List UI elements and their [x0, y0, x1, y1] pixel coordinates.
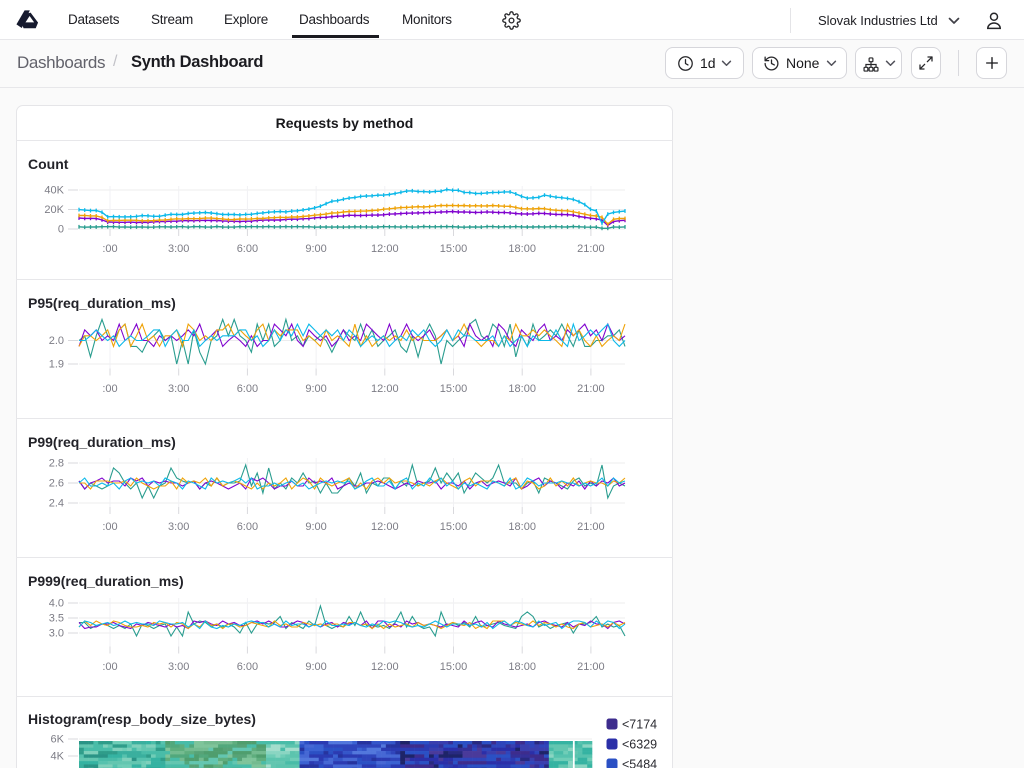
svg-text:15:00: 15:00 [440, 521, 468, 533]
svg-text:1.9: 1.9 [49, 359, 64, 371]
svg-text:2.4: 2.4 [49, 498, 64, 510]
svg-text:3.5: 3.5 [49, 613, 64, 625]
svg-text:P999(req_duration_ms): P999(req_duration_ms) [28, 573, 184, 589]
svg-text:3:00: 3:00 [168, 661, 189, 673]
svg-text:15:00: 15:00 [440, 383, 468, 395]
svg-text:12:00: 12:00 [371, 243, 399, 255]
svg-text:9:00: 9:00 [305, 661, 326, 673]
svg-text:6:00: 6:00 [237, 521, 258, 533]
svg-text:6:00: 6:00 [237, 383, 258, 395]
svg-text:18:00: 18:00 [508, 521, 536, 533]
svg-text:2.0: 2.0 [49, 335, 64, 347]
svg-text:9:00: 9:00 [305, 383, 326, 395]
svg-text:0: 0 [58, 224, 64, 236]
svg-text:21:00: 21:00 [577, 521, 605, 533]
svg-text:18:00: 18:00 [508, 383, 536, 395]
svg-text:12:00: 12:00 [371, 661, 399, 673]
svg-text:<5484: <5484 [622, 758, 657, 768]
svg-text:18:00: 18:00 [508, 243, 536, 255]
svg-text:4.0: 4.0 [49, 598, 64, 610]
svg-text::00: :00 [102, 243, 117, 255]
svg-text:3:00: 3:00 [168, 383, 189, 395]
svg-text:15:00: 15:00 [440, 243, 468, 255]
svg-text:3:00: 3:00 [168, 243, 189, 255]
svg-text:2.6: 2.6 [49, 478, 64, 490]
svg-text:9:00: 9:00 [305, 521, 326, 533]
svg-text:12:00: 12:00 [371, 521, 399, 533]
svg-text:6K: 6K [51, 734, 65, 746]
svg-text:3.0: 3.0 [49, 628, 64, 640]
svg-text:Histogram(resp_body_size_bytes: Histogram(resp_body_size_bytes) [28, 711, 256, 727]
svg-text:P99(req_duration_ms): P99(req_duration_ms) [28, 434, 176, 450]
svg-text:12:00: 12:00 [371, 383, 399, 395]
svg-text:21:00: 21:00 [577, 243, 605, 255]
svg-text:<6329: <6329 [622, 738, 657, 752]
svg-text:20K: 20K [44, 204, 64, 216]
svg-text:6:00: 6:00 [237, 661, 258, 673]
svg-text::00: :00 [102, 521, 117, 533]
svg-text:40K: 40K [44, 185, 64, 197]
svg-text:2.8: 2.8 [49, 458, 64, 470]
svg-text:9:00: 9:00 [305, 243, 326, 255]
svg-text:3:00: 3:00 [168, 521, 189, 533]
svg-text:21:00: 21:00 [577, 383, 605, 395]
svg-text:15:00: 15:00 [440, 661, 468, 673]
svg-text:Count: Count [28, 156, 69, 172]
svg-text:18:00: 18:00 [508, 661, 536, 673]
svg-text:6:00: 6:00 [237, 243, 258, 255]
svg-text:21:00: 21:00 [577, 661, 605, 673]
svg-text::00: :00 [102, 661, 117, 673]
svg-text:<7174: <7174 [622, 718, 657, 732]
svg-text::00: :00 [102, 383, 117, 395]
svg-text:P95(req_duration_ms): P95(req_duration_ms) [28, 295, 176, 311]
svg-text:4K: 4K [51, 751, 65, 763]
